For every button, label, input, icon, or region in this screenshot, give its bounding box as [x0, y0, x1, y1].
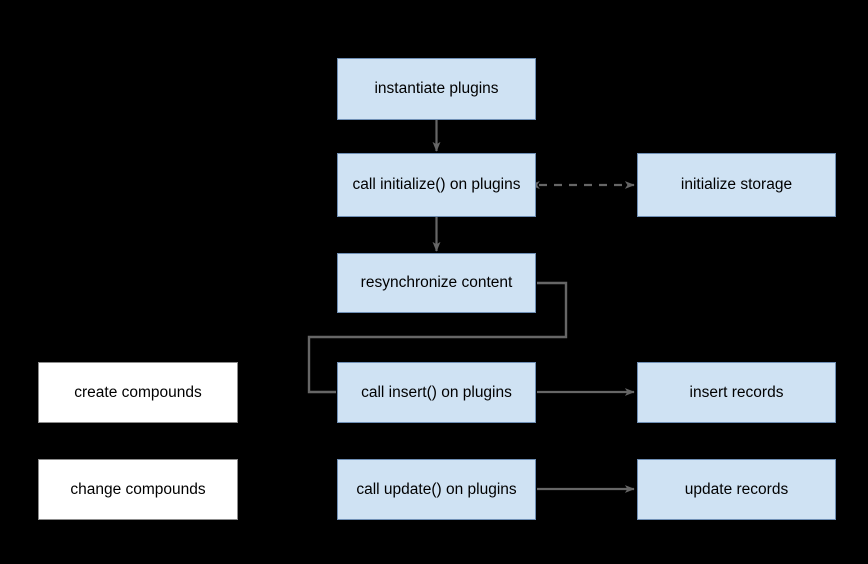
node-label: insert records: [689, 383, 784, 401]
node-label: update records: [684, 480, 789, 498]
node-create-compounds[interactable]: create compounds: [38, 362, 238, 423]
node-label: call initialize() on plugins: [352, 176, 521, 194]
node-call-initialize-on-plugins[interactable]: call initialize() on plugins: [337, 153, 536, 217]
node-update-records[interactable]: update records: [637, 459, 836, 520]
node-initialize-storage[interactable]: initialize storage: [637, 153, 836, 217]
node-label: initialize storage: [680, 176, 793, 194]
node-resynchronize-content[interactable]: resynchronize content: [337, 253, 536, 313]
node-insert-records[interactable]: insert records: [637, 362, 836, 423]
node-label: instantiate plugins: [374, 80, 499, 98]
flowchart-diagram: instantiate plugins call initialize() on…: [0, 0, 868, 564]
node-label: resynchronize content: [360, 274, 513, 292]
node-call-update-on-plugins[interactable]: call update() on plugins: [337, 459, 536, 520]
node-label: call update() on plugins: [356, 480, 517, 498]
node-call-insert-on-plugins[interactable]: call insert() on plugins: [337, 362, 536, 423]
node-label: change compounds: [70, 480, 206, 498]
node-label: create compounds: [74, 383, 202, 401]
node-instantiate-plugins[interactable]: instantiate plugins: [337, 58, 536, 120]
node-label: call insert() on plugins: [361, 383, 512, 401]
node-change-compounds[interactable]: change compounds: [38, 459, 238, 520]
